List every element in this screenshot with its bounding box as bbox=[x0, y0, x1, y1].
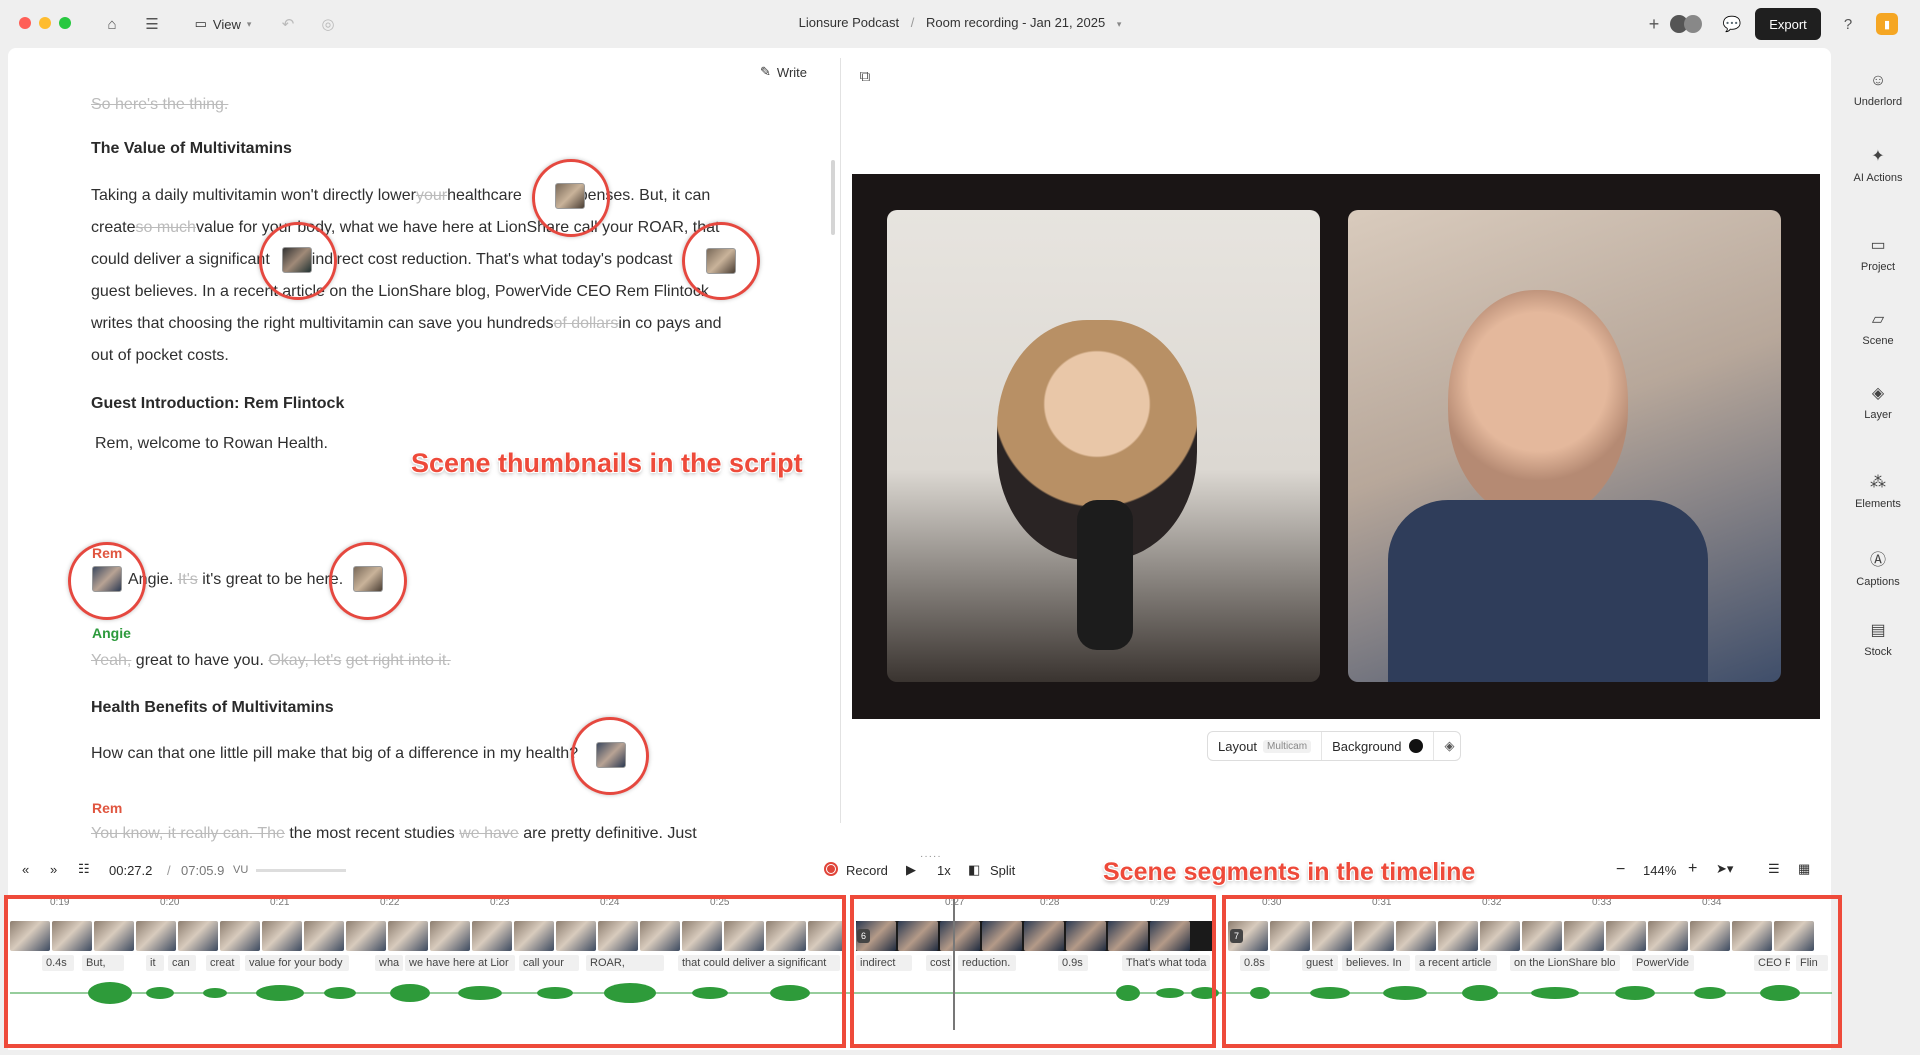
layout-selector[interactable]: Layout Multicam bbox=[1208, 732, 1323, 760]
script-editor[interactable]: So here's the thing. The Value of Multiv… bbox=[8, 48, 840, 843]
timeline-view-icon[interactable]: ☰ bbox=[1768, 861, 1780, 877]
layers-icon: ◈ bbox=[1871, 385, 1885, 402]
highlight-ring bbox=[571, 717, 649, 795]
vu-meter bbox=[256, 869, 346, 872]
folder-icon: ▭ bbox=[1870, 237, 1886, 254]
camera-feed-guest bbox=[1348, 210, 1781, 682]
paragraph-1-line-2: createso muchvalue for your body, what w… bbox=[91, 219, 720, 236]
chapters-icon[interactable]: ☷ bbox=[78, 861, 90, 877]
zoom-level: 144% bbox=[1643, 863, 1677, 878]
grid-view-icon[interactable]: ▦ bbox=[1798, 861, 1810, 877]
speaker-rem[interactable]: Rem bbox=[92, 800, 122, 816]
captions-icon: Ⓐ bbox=[1869, 552, 1886, 569]
sidebar-item-label: Layer bbox=[1864, 409, 1892, 421]
paragraph-1-line-4: guest believes. In a recent article on t… bbox=[91, 283, 709, 300]
angie-line: Yeah, great to have you. Okay, let's get… bbox=[91, 652, 451, 669]
highlight-ring bbox=[68, 542, 146, 620]
background-selector[interactable]: Background bbox=[1322, 732, 1435, 760]
time-separator: / bbox=[167, 863, 171, 878]
timeline-callout: Scene segments in the timeline bbox=[1103, 858, 1476, 886]
sidebar-item-scene[interactable]: ▱ Scene bbox=[1836, 309, 1920, 347]
robot-icon: ☺ bbox=[1869, 72, 1887, 89]
breadcrumb: Lionsure Podcast / Room recording - Jan … bbox=[0, 15, 1920, 30]
sidebar-item-label: Elements bbox=[1855, 498, 1901, 510]
sidebar-item-label: Stock bbox=[1864, 646, 1892, 658]
highlight-ring bbox=[259, 222, 337, 300]
script-callout: Scene thumbnails in the script bbox=[411, 448, 803, 478]
sidebar-item-project[interactable]: ▭ Project bbox=[1836, 235, 1920, 273]
background-label: Background bbox=[1332, 738, 1402, 754]
pointer-tool-icon[interactable]: ➤▾ bbox=[1716, 861, 1733, 877]
faded-line: So here's the thing. bbox=[91, 96, 229, 113]
paragraph-1-line-3: could deliver a significant indirect cost… bbox=[91, 251, 673, 268]
account-icon[interactable]: ▮ bbox=[1876, 13, 1898, 35]
sidebar-item-label: Scene bbox=[1862, 335, 1894, 347]
skip-forward-icon[interactable]: » bbox=[50, 862, 57, 877]
split-button[interactable]: Split bbox=[990, 863, 1015, 878]
background-swatch bbox=[1409, 739, 1424, 753]
record-button[interactable]: Record bbox=[846, 863, 888, 878]
sidebar-item-underlord[interactable]: ☺ Underlord bbox=[1836, 72, 1920, 108]
sidebar-item-label: AI Actions bbox=[1853, 172, 1903, 184]
zoom-out-icon[interactable]: − bbox=[1616, 861, 1625, 879]
breadcrumb-recording[interactable]: Room recording - Jan 21, 2025 bbox=[926, 15, 1105, 30]
total-time: 07:05.9 bbox=[181, 863, 225, 878]
paragraph-1-line-5: writes that choosing the right multivita… bbox=[91, 315, 722, 332]
breadcrumb-separator: / bbox=[910, 15, 915, 30]
sidebar-item-stock[interactable]: ▤ Stock bbox=[1836, 620, 1920, 658]
skip-back-icon[interactable]: « bbox=[22, 862, 29, 877]
paragraph-1-line-6: out of pocket costs. bbox=[91, 347, 229, 364]
right-sidebar: ☺ Underlord ✦ AI Actions ▭ Project ▱ Scene ◈… bbox=[1836, 48, 1920, 1055]
sidebar-item-elements[interactable]: ⁂ Elements bbox=[1836, 472, 1920, 510]
add-icon[interactable]: + bbox=[1644, 12, 1664, 36]
stock-icon: ▤ bbox=[1870, 622, 1886, 639]
rem-line: Angie. It's it's great to be here. bbox=[128, 571, 344, 588]
layout-toolbar: Layout Multicam Background ◈ bbox=[1207, 731, 1461, 761]
aspect-ratio-icon[interactable]: ⧉ bbox=[853, 64, 877, 88]
segment-highlight bbox=[850, 895, 1216, 1048]
segment-highlight bbox=[4, 895, 846, 1048]
panel-divider[interactable] bbox=[840, 58, 841, 823]
camera-feed-host bbox=[887, 210, 1320, 682]
resize-handle[interactable]: ····· bbox=[920, 851, 942, 862]
highlight-ring bbox=[682, 222, 760, 300]
collaborator-avatars[interactable] bbox=[1666, 12, 1706, 36]
layout-value: Multicam bbox=[1263, 739, 1312, 753]
record-icon[interactable] bbox=[824, 862, 838, 876]
playback-speed[interactable]: 1x bbox=[937, 863, 951, 878]
split-icon[interactable]: ◧ bbox=[968, 862, 980, 878]
comment-icon[interactable]: 💬 bbox=[1720, 12, 1744, 36]
scene-icon: ▱ bbox=[1871, 311, 1885, 328]
sidebar-item-label: Project bbox=[1860, 261, 1896, 273]
transport-bar: ····· « » ☷ 00:27.2 / 07:05.9 VU Record … bbox=[8, 851, 1831, 889]
question-line: How can that one little pill make that b… bbox=[91, 745, 579, 762]
heading-health: Health Benefits of Multivitamins bbox=[91, 699, 334, 716]
breadcrumb-project[interactable]: Lionsure Podcast bbox=[799, 15, 899, 30]
sidebar-item-label: Underlord bbox=[1853, 96, 1903, 108]
sidebar-item-label: Captions bbox=[1856, 576, 1900, 588]
speaker-angie[interactable]: Angie bbox=[92, 625, 131, 641]
highlight-ring bbox=[329, 542, 407, 620]
play-icon[interactable]: ▶ bbox=[906, 862, 916, 878]
sidebar-item-ai-actions[interactable]: ✦ AI Actions bbox=[1836, 146, 1920, 184]
sparkle-icon: ✦ bbox=[1871, 148, 1885, 165]
export-button[interactable]: Export bbox=[1755, 8, 1821, 40]
zoom-in-icon[interactable]: + bbox=[1688, 860, 1697, 878]
chevron-down-icon[interactable]: ▾ bbox=[1117, 19, 1122, 29]
heading-value: The Value of Multivitamins bbox=[91, 140, 292, 157]
elements-icon: ⁂ bbox=[1870, 474, 1886, 491]
segment-highlight bbox=[1222, 895, 1842, 1048]
heading-guest: Guest Introduction: Rem Flintock bbox=[91, 395, 345, 412]
layers-icon[interactable]: ◈ bbox=[1434, 738, 1464, 754]
title-bar: ⌂ ☰ ▭ View ▾ ↶ ◎ Lionsure Podcast / Room… bbox=[0, 0, 1920, 48]
layout-label: Layout bbox=[1218, 738, 1258, 754]
vu-label: VU bbox=[233, 864, 249, 876]
paragraph-1-line-1: Taking a daily multivitamin won't direct… bbox=[91, 187, 711, 204]
sidebar-item-layer[interactable]: ◈ Layer bbox=[1836, 383, 1920, 421]
rem-answer-line: You know, it really can. The the most re… bbox=[91, 825, 697, 842]
current-time: 00:27.2 bbox=[109, 863, 153, 878]
highlight-ring bbox=[532, 159, 610, 237]
help-icon[interactable]: ? bbox=[1836, 12, 1860, 36]
sidebar-item-captions[interactable]: Ⓐ Captions bbox=[1836, 546, 1920, 588]
